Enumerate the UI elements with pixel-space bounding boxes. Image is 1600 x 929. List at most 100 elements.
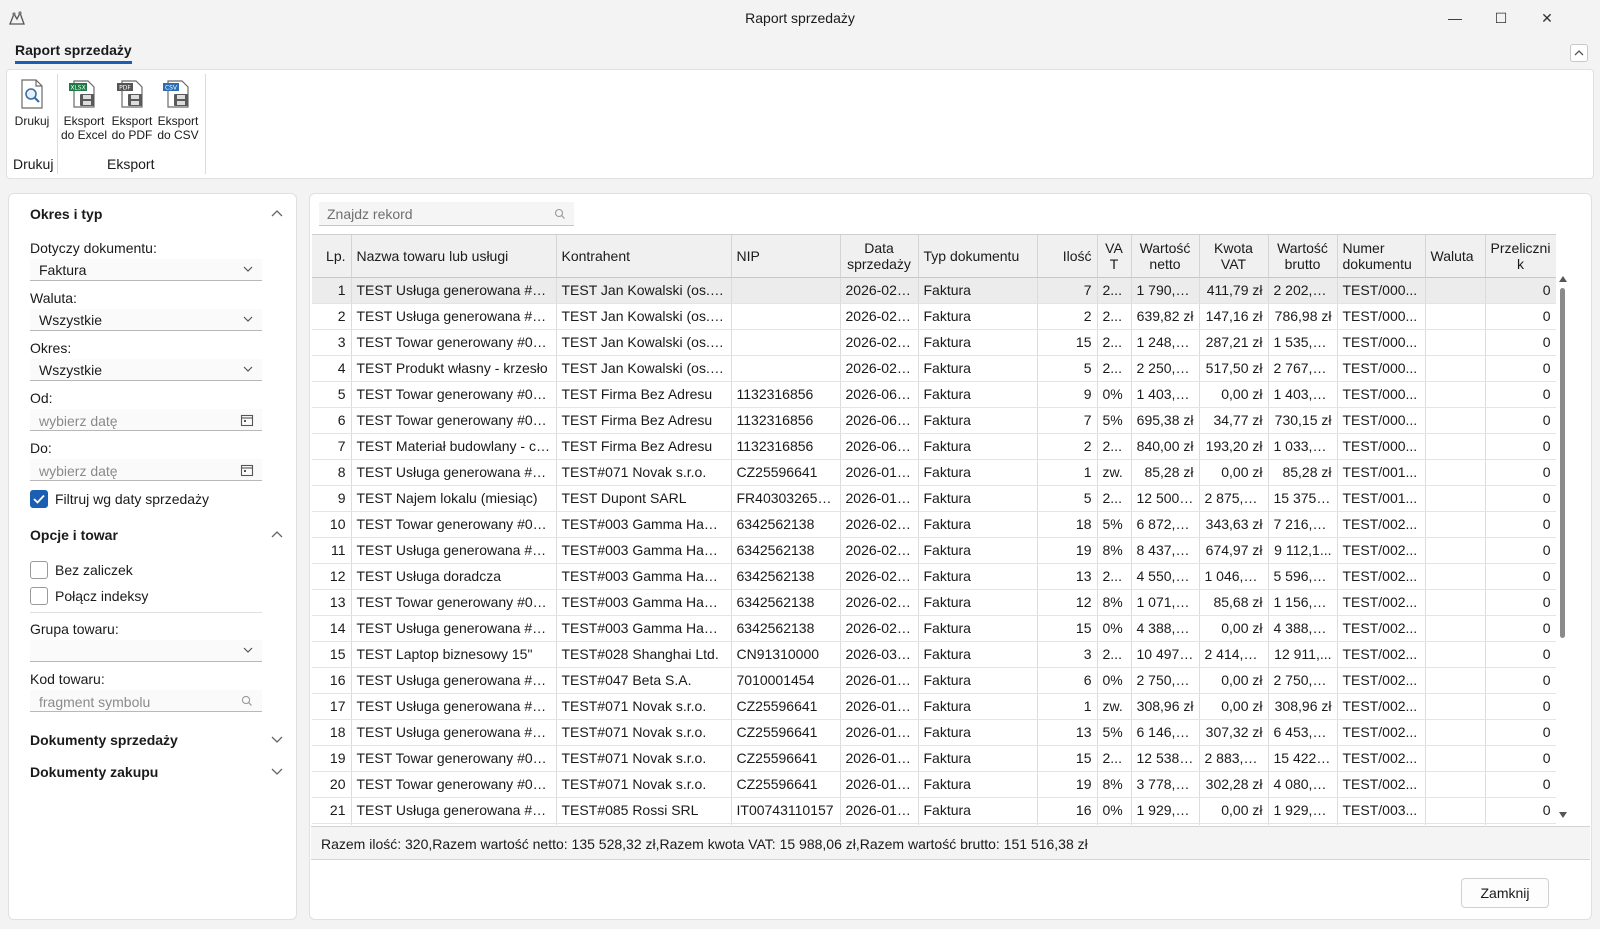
cell-doc-type: Faktura: [918, 745, 1038, 772]
chevron-down-icon[interactable]: [271, 736, 283, 744]
ribbon-tab-report[interactable]: Raport sprzedaży: [15, 42, 132, 64]
table-row[interactable]: 19 TEST Towar generowany #03... TEST#071 N…: [312, 745, 1556, 772]
checkbox-unchecked[interactable]: [30, 561, 48, 579]
chevron-up-icon[interactable]: [271, 530, 283, 538]
cell-doc-number: TEST/002...: [1337, 563, 1426, 590]
ribbon-collapse-button[interactable]: [1570, 44, 1588, 62]
table-row[interactable]: 17 TEST Usługa generowana #0... TEST#071 N…: [312, 693, 1556, 720]
export-pdf-button[interactable]: PDF Eksport do PDF: [108, 78, 156, 142]
column-header-rate[interactable]: Przeliczni k: [1485, 235, 1556, 278]
calendar-icon[interactable]: [240, 463, 254, 477]
product-code-input[interactable]: fragment symbolu: [30, 690, 262, 712]
table-row[interactable]: 12 TEST Usługa doradcza TEST#003 Gamma Han…: [312, 563, 1556, 590]
document-type-select[interactable]: Faktura: [30, 259, 262, 281]
column-header-gross[interactable]: Wartość brutto: [1268, 235, 1338, 278]
table-row[interactable]: 9 TEST Najem lokalu (miesiąc) TEST Dupont …: [312, 485, 1556, 512]
scroll-down-arrow-icon[interactable]: [1558, 810, 1568, 820]
date-to-input[interactable]: wybierz datę: [30, 459, 262, 481]
currency-select[interactable]: Wszystkie: [30, 309, 262, 331]
table-row[interactable]: 7 TEST Materiał budowlany - ce... TEST Fir…: [312, 433, 1556, 460]
table-row[interactable]: 5 TEST Towar generowany #03... TEST Firma …: [312, 381, 1556, 408]
table-row[interactable]: 3 TEST Towar generowany #00... TEST Jan Ko…: [312, 329, 1556, 356]
table-row[interactable]: 6 TEST Towar generowany #03... TEST Firma …: [312, 407, 1556, 434]
chevron-down-icon[interactable]: [271, 768, 283, 776]
cell-rate: 0: [1485, 615, 1556, 642]
calendar-icon[interactable]: [240, 413, 254, 427]
cell-vat-rate: 2...: [1097, 329, 1132, 356]
cell-gross: 1 929,2...: [1268, 797, 1338, 824]
table-row[interactable]: 2 TEST Usługa generowana #0... TEST Jan Ko…: [312, 303, 1556, 330]
table-row[interactable]: 22TEST Usługa generowana #0...TEST#085 R…: [312, 823, 1556, 825]
cell-contractor: TEST#071 Novak s.r.o.: [556, 745, 732, 772]
scroll-up-arrow-icon[interactable]: [1558, 274, 1568, 284]
cell-qty: 15: [1037, 615, 1098, 642]
table-row[interactable]: 18 TEST Usługa generowana #0... TEST#071 N…: [312, 719, 1556, 746]
chevron-up-icon[interactable]: [271, 209, 283, 217]
cell-qty: 1: [1037, 459, 1098, 486]
cell-currency: [1425, 537, 1486, 564]
table-row[interactable]: 4 TEST Produkt własny - krzesło TEST Jan K…: [312, 355, 1556, 382]
cell-nip: 6342562138: [731, 589, 841, 616]
filter-sale-date-checkbox[interactable]: Filtruj wg daty sprzedaży: [30, 489, 209, 509]
checkbox-checked[interactable]: [30, 490, 48, 508]
column-header-doc-type[interactable]: Typ dokumentu: [918, 235, 1038, 278]
scrollbar-thumb[interactable]: [1560, 288, 1565, 638]
column-header-net[interactable]: Wartość netto: [1131, 235, 1200, 278]
minimize-button[interactable]: —: [1432, 0, 1478, 36]
table-row[interactable]: 21 TEST Usługa generowana #0... TEST#085 R…: [312, 797, 1556, 824]
product-group-select[interactable]: [30, 640, 262, 662]
cell-sale-date: 2026-01-...: [840, 745, 919, 772]
table-row[interactable]: 14 TEST Usługa generowana #0... TEST#003 G…: [312, 615, 1556, 642]
column-header-vat-amount[interactable]: Kwota VAT: [1199, 235, 1269, 278]
section-period-type-title[interactable]: Okres i typ: [30, 206, 102, 222]
section-options-title[interactable]: Opcje i towar: [30, 527, 118, 543]
export-excel-button[interactable]: XLSX Eksport do Excel: [60, 78, 108, 142]
date-from-input[interactable]: wybierz datę: [30, 409, 262, 431]
column-header-nip[interactable]: NIP: [731, 235, 841, 278]
table-row[interactable]: 15 TEST Laptop biznesowy 15" TEST#028 Shan…: [312, 641, 1556, 668]
period-select[interactable]: Wszystkie: [30, 359, 262, 381]
cell-doc-number: TEST/000...: [1337, 433, 1426, 460]
column-header-sale-date[interactable]: Data sprzedaży: [840, 235, 919, 278]
merge-indexes-checkbox[interactable]: Połącz indeksy: [30, 586, 148, 606]
cell-vat-amount: 0,00 zł: [1199, 615, 1269, 642]
column-header-doc-number[interactable]: Numer dokumentu: [1337, 235, 1426, 278]
table-row[interactable]: 8 TEST Usługa generowana #0... TEST#071 No…: [312, 459, 1556, 486]
maximize-button[interactable]: ☐: [1478, 0, 1524, 36]
search-icon: [554, 208, 565, 219]
column-header-lp[interactable]: Lp.: [312, 235, 352, 278]
document-type-label: Dotyczy dokumentu:: [30, 240, 157, 256]
checkbox-unchecked[interactable]: [30, 587, 48, 605]
cell-vat-rate: 2...: [1097, 745, 1132, 772]
column-header-contractor[interactable]: Kontrahent: [556, 235, 732, 278]
cell-rate: 0: [1485, 641, 1556, 668]
no-advances-checkbox[interactable]: Bez zaliczek: [30, 560, 133, 580]
table-row[interactable]: 10 TEST Towar generowany #04... TEST#003 G…: [312, 511, 1556, 538]
vertical-scrollbar[interactable]: [1557, 274, 1567, 822]
table-row[interactable]: 13 TEST Towar generowany #06... TEST#003 G…: [312, 589, 1556, 616]
column-header-qty[interactable]: Ilość: [1037, 235, 1098, 278]
column-header-name[interactable]: Nazwa towaru lub usługi: [351, 235, 557, 278]
record-search-input[interactable]: Znajdz rekord: [319, 202, 574, 226]
cell-vat-amount: 0,00 zł: [1199, 667, 1269, 694]
section-sales-docs-title[interactable]: Dokumenty sprzedaży: [30, 732, 178, 748]
column-header-vat-rate[interactable]: VA T: [1097, 235, 1132, 278]
export-csv-button[interactable]: CSV Eksport do CSV: [154, 78, 202, 142]
cell-net: 1 929,2...: [1131, 797, 1200, 824]
cell-lp: 4: [312, 355, 352, 382]
table-row[interactable]: 16 TEST Usługa generowana #0... TEST#047 B…: [312, 667, 1556, 694]
close-window-button[interactable]: ✕: [1524, 0, 1570, 36]
table-row[interactable]: 20 TEST Towar generowany #07... TEST#071 N…: [312, 771, 1556, 798]
column-header-gross-1: Wartość: [1277, 239, 1328, 256]
cell-vat-amount: 287,21 zł: [1199, 329, 1269, 356]
table-row[interactable]: 1 TEST Usługa generowana #0... TEST Jan Ko…: [312, 277, 1556, 304]
cell-lp: 17: [312, 693, 352, 720]
print-button[interactable]: Drukuj: [14, 78, 50, 128]
column-header-rate-1: Przeliczni: [1490, 239, 1551, 256]
section-purchase-docs-title[interactable]: Dokumenty zakupu: [30, 764, 158, 780]
divider: [30, 612, 262, 613]
table-row[interactable]: 11 TEST Usługa generowana #0... TEST#003 G…: [312, 537, 1556, 564]
close-button[interactable]: Zamknij: [1461, 878, 1549, 908]
column-header-currency[interactable]: Waluta: [1425, 235, 1486, 278]
cell-doc-number: TEST/000...: [1337, 381, 1426, 408]
